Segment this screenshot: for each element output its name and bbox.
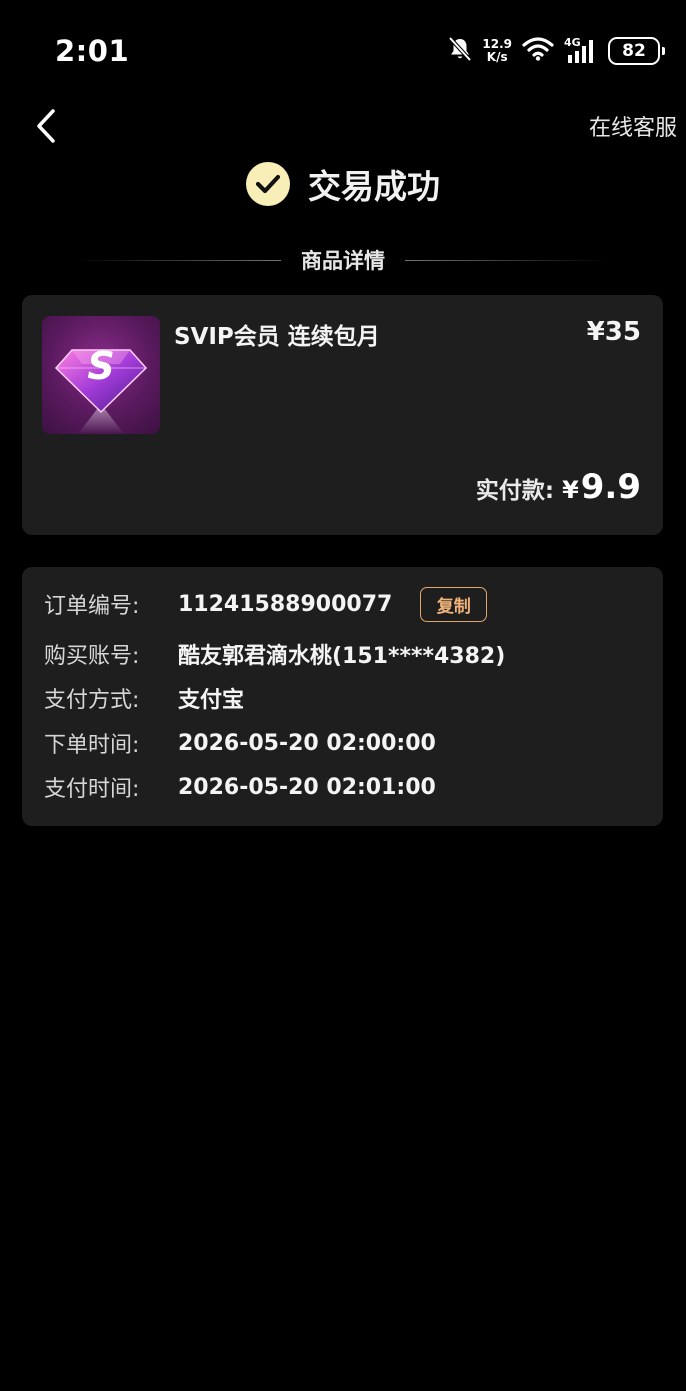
status-icons: 12.9 K/s 4G 82 — [448, 34, 665, 68]
account-row: 购买账号: 酷友郭君滴水桃(151****4382) — [44, 637, 505, 671]
status-title: 交易成功 — [308, 167, 440, 206]
product-name: SVIP会员 连续包月 — [174, 324, 380, 350]
divider-line-right — [405, 259, 610, 261]
payment-method-row: 支付方式: 支付宝 — [44, 681, 244, 715]
order-time-value: 2026-05-20 02:00:00 — [178, 730, 436, 756]
status-bar: 2:01 12.9 K/s 4G 82 — [0, 0, 686, 100]
wifi-icon — [522, 37, 554, 65]
net-speed-unit: K/s — [486, 50, 508, 64]
online-support-link[interactable]: 在线客服 — [589, 110, 677, 142]
chevron-left-icon — [37, 109, 55, 143]
payment-time-value: 2026-05-20 02:01:00 — [178, 774, 436, 800]
order-number-row: 订单编号: 11241588900077 复制 — [44, 586, 488, 622]
payment-method-label: 支付方式: — [44, 688, 140, 713]
battery-indicator: 82 — [608, 37, 665, 65]
product-image-letter: S — [87, 344, 115, 388]
divider-line-left — [76, 259, 281, 261]
order-info-card: 订单编号: 11241588900077 复制 购买账号: 酷友郭君滴水桃(15… — [22, 567, 663, 826]
bell-off-icon — [448, 36, 472, 66]
payment-method-value: 支付宝 — [178, 688, 245, 713]
status-time: 2:01 — [55, 34, 130, 68]
order-time-row: 下单时间: 2026-05-20 02:00:00 — [44, 726, 436, 760]
check-circle-icon — [246, 162, 290, 206]
section-divider: 商品详情 — [0, 242, 686, 278]
net-speed: 12.9 K/s — [482, 38, 512, 64]
account-label: 购买账号: — [44, 644, 140, 669]
product-price: ¥35 — [586, 317, 641, 347]
account-value: 酷友郭君滴水桃(151****4382) — [178, 644, 506, 669]
paid-label: 实付款: — [475, 478, 555, 504]
payment-time-label: 支付时间: — [44, 777, 140, 802]
paid-amount-row: 实付款: ¥ 9.9 — [476, 467, 641, 507]
order-number-label: 订单编号: — [44, 594, 140, 619]
product-image: S — [42, 316, 160, 434]
paid-amount: 9.9 — [580, 467, 641, 507]
transaction-status: 交易成功 — [0, 160, 686, 208]
order-time-label: 下单时间: — [44, 733, 140, 758]
product-card: S SVIP会员 连续包月 ¥35 实付款: ¥ 9.9 — [22, 295, 663, 535]
payment-time-row: 支付时间: 2026-05-20 02:01:00 — [44, 770, 436, 804]
back-button[interactable] — [26, 106, 66, 146]
order-detail-page: 2:01 12.9 K/s 4G 82 在线客服 交易成功 商品详情 S SVI… — [0, 0, 686, 1391]
section-title: 商品详情 — [301, 249, 385, 273]
order-number-value: 11241588900077 — [178, 591, 393, 617]
signal-bars-icon: 4G — [564, 36, 598, 64]
copy-button[interactable]: 复制 — [420, 586, 488, 622]
paid-currency: ¥ — [562, 476, 579, 504]
